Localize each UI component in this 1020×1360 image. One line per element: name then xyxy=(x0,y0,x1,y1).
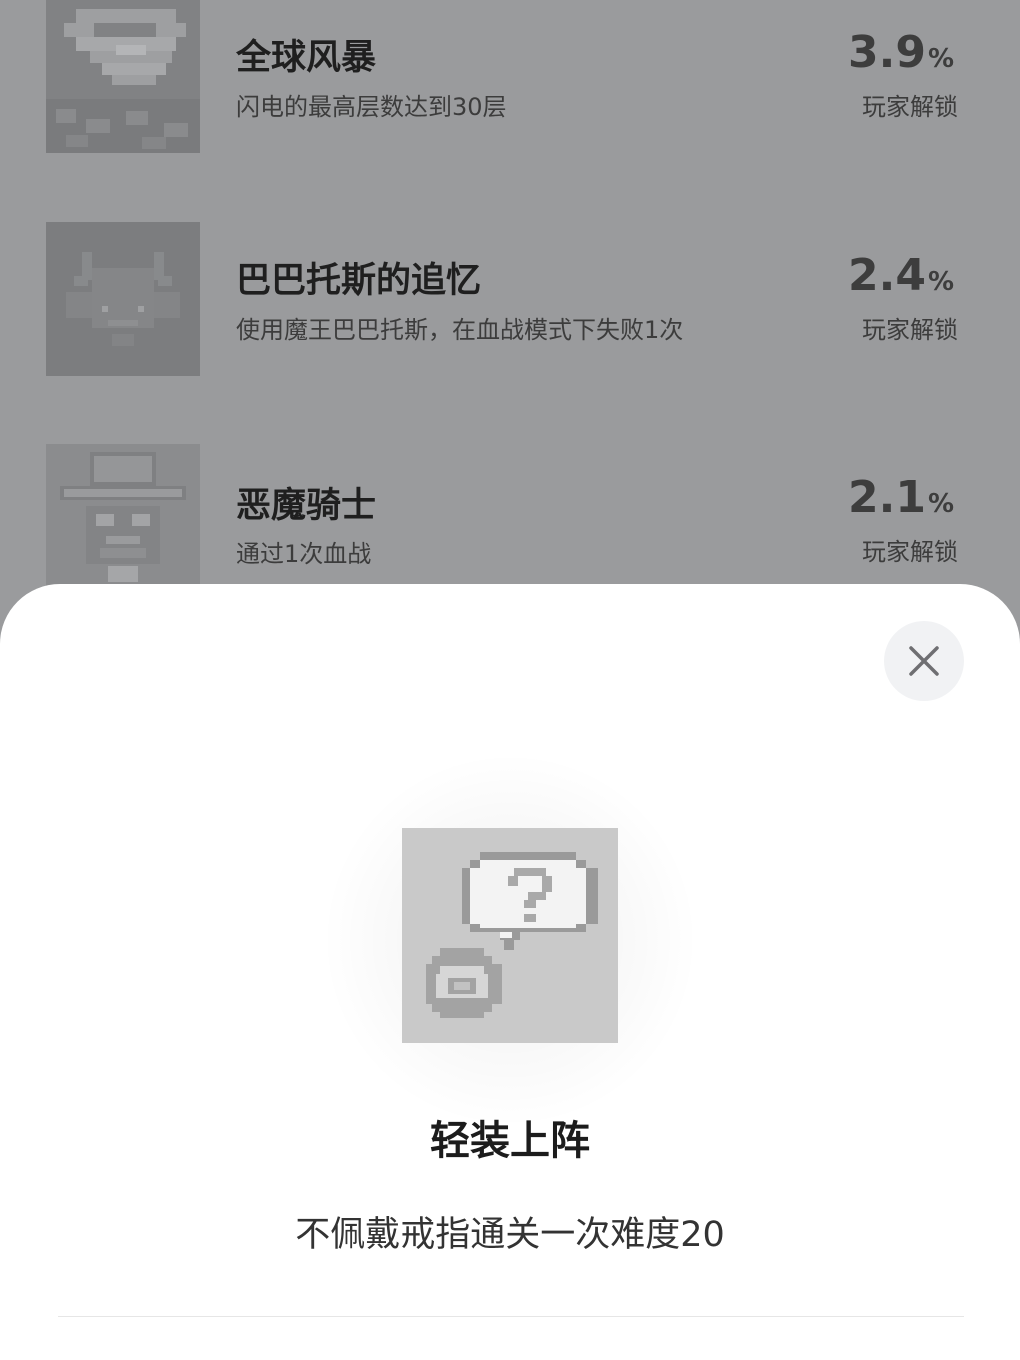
achievement-detail-description: 不佩戴戒指通关一次难度20 xyxy=(295,1215,725,1255)
unlock-percent: 2.1% xyxy=(848,472,954,523)
hat-knight-icon xyxy=(46,444,200,598)
ring-question-icon xyxy=(402,828,618,1043)
unlock-percent-value: 2.1 xyxy=(847,472,926,523)
achievement-description: 通过1次血战 xyxy=(236,540,372,568)
achievement-title: 恶魔骑士 xyxy=(236,486,377,526)
unlock-percent: 2.4% xyxy=(848,250,954,301)
achievement-detail-title: 轻装上阵 xyxy=(430,1118,590,1164)
close-icon xyxy=(909,646,939,676)
achievement-title: 巴巴托斯的追忆 xyxy=(236,261,482,301)
unlock-percent-value: 2.4 xyxy=(847,250,926,301)
unlock-percent: 3.9% xyxy=(848,27,954,78)
achievement-row[interactable]: 巴巴托斯的追忆 使用魔王巴巴托斯，在血战模式下失败1次 2.4% 玩家解锁 xyxy=(0,222,1020,376)
achievement-list: 全球风暴 闪电的最高层数达到30层 3.9% 玩家解锁 巴巴托斯的追忆 使用魔王… xyxy=(0,0,1020,600)
unlock-label: 玩家解锁 xyxy=(862,93,958,121)
unlock-label: 玩家解锁 xyxy=(862,538,958,566)
unlock-label: 玩家解锁 xyxy=(862,316,958,344)
achievement-description: 使用魔王巴巴托斯，在血战模式下失败1次 xyxy=(236,316,684,344)
demon-face-icon xyxy=(46,222,200,376)
achievement-description: 闪电的最高层数达到30层 xyxy=(236,93,507,121)
storm-icon xyxy=(46,0,200,153)
achievement-title: 全球风暴 xyxy=(236,38,377,78)
divider xyxy=(58,1316,964,1317)
achievement-row[interactable]: 全球风暴 闪电的最高层数达到30层 3.9% 玩家解锁 xyxy=(0,0,1020,153)
percent-sign: % xyxy=(927,44,954,74)
percent-sign: % xyxy=(927,489,954,519)
close-button[interactable] xyxy=(884,621,964,701)
percent-sign: % xyxy=(927,267,954,297)
unlock-percent-value: 3.9 xyxy=(847,27,926,78)
achievement-row[interactable]: 恶魔骑士 通过1次血战 2.1% 玩家解锁 xyxy=(0,444,1020,598)
